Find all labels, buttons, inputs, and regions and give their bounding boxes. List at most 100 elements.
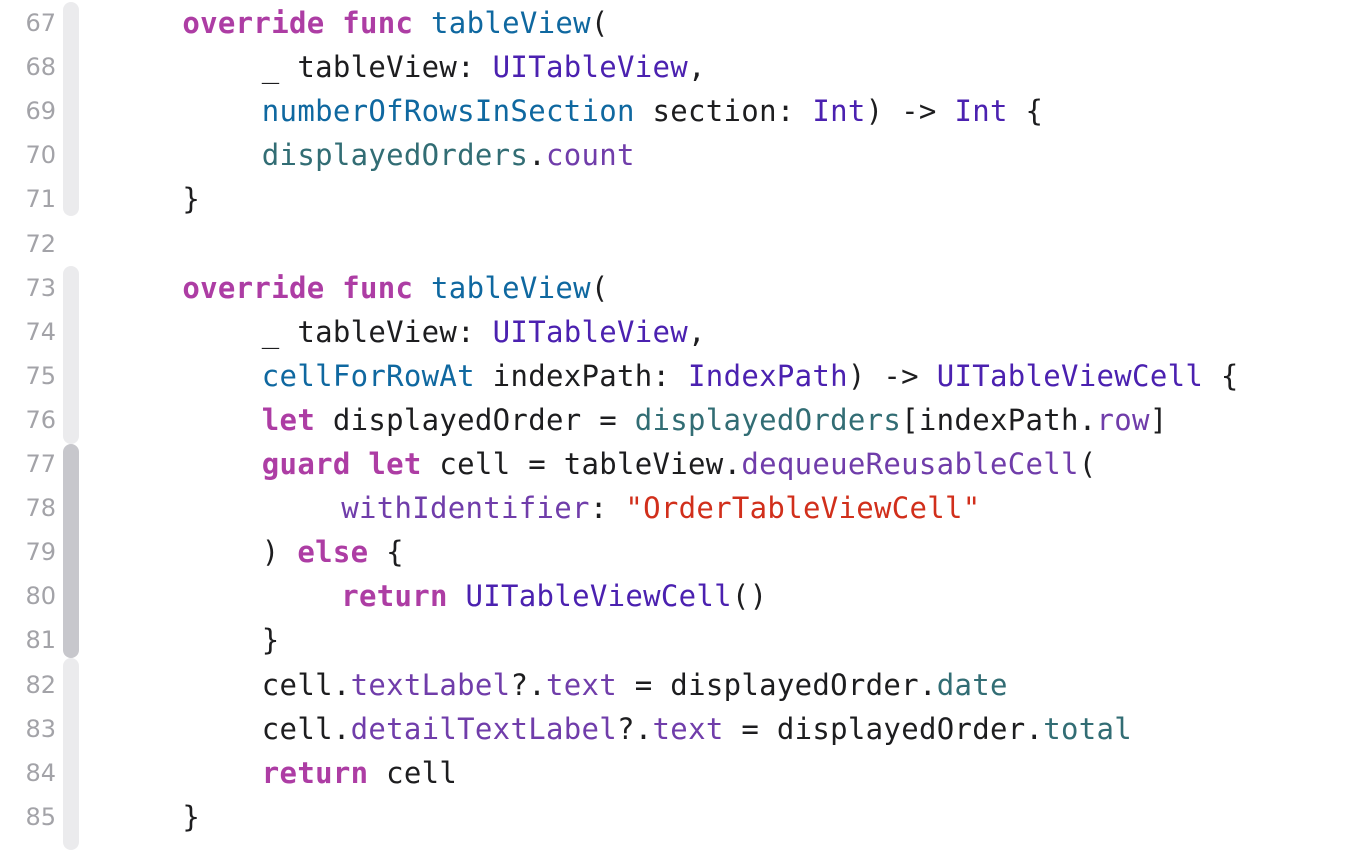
code-token: = displayedOrder. <box>723 711 1044 746</box>
line-number: 79 <box>25 538 56 567</box>
line-number: 67 <box>25 9 56 37</box>
code-token: guard <box>261 447 351 481</box>
line-number: 76 <box>25 405 56 434</box>
code-token: date <box>936 667 1008 702</box>
code-token: detailTextLabel <box>350 711 618 746</box>
code-fold-ribbon-4[interactable] <box>63 658 79 850</box>
code-token: cell. <box>261 667 351 702</box>
code-token: ?. <box>617 711 653 746</box>
code-token: count <box>545 138 635 173</box>
code-token: { <box>1007 94 1044 129</box>
code-token: row <box>1096 402 1150 437</box>
code-token: return <box>261 755 369 790</box>
code-token: ) -> <box>865 94 955 129</box>
code-token: override <box>182 270 325 305</box>
code-line[interactable]: guard let cell = tableView.dequeueReusab… <box>262 442 1097 486</box>
line-number: 84 <box>25 758 56 787</box>
code-line[interactable]: override func tableView( <box>182 1 608 45</box>
code-line[interactable]: return cell <box>262 751 457 795</box>
code-token: { <box>368 535 404 570</box>
code-token: } <box>261 623 280 658</box>
code-line[interactable]: cellForRowAt indexPath: IndexPath) -> UI… <box>262 354 1239 398</box>
line-number: 82 <box>25 670 56 699</box>
code-line[interactable]: } <box>262 618 280 662</box>
line-number: 78 <box>25 494 56 523</box>
code-token: else <box>297 535 369 570</box>
code-fold-ribbon-3[interactable] <box>63 444 79 658</box>
code-token: cellForRowAt <box>261 358 475 393</box>
code-token: , <box>688 50 706 85</box>
code-token: cell. <box>261 711 351 746</box>
code-token: { <box>1203 358 1239 393</box>
code-token: UITableView <box>492 50 689 85</box>
line-number: 71 <box>25 185 56 214</box>
code-fold-ribbon-2[interactable] <box>63 266 79 444</box>
code-token: return <box>341 579 448 614</box>
code-token: dequeueReusableCell <box>741 447 1079 481</box>
code-token: _ tableView: <box>261 314 493 349</box>
code-line[interactable]: numberOfRowsInSection section: Int) -> I… <box>262 89 1043 133</box>
code-line[interactable]: ) else { <box>262 530 404 574</box>
code-line[interactable]: _ tableView: UITableView, <box>262 45 706 89</box>
code-token: numberOfRowsInSection <box>261 94 635 129</box>
code-token: displayedOrders <box>634 402 902 437</box>
code-token: textLabel <box>350 667 511 702</box>
line-number: 72 <box>25 229 56 258</box>
code-token: UITableView <box>492 314 689 349</box>
code-token: IndexPath <box>688 358 848 393</box>
line-number: 85 <box>25 802 56 831</box>
code-token: cell = tableView. <box>421 447 742 481</box>
line-number: 77 <box>25 450 56 478</box>
code-line[interactable]: let displayedOrder = displayedOrders[ind… <box>262 398 1168 442</box>
code-token: total <box>1043 711 1133 746</box>
line-number: 68 <box>25 53 56 82</box>
code-line[interactable]: displayedOrders.count <box>262 133 635 177</box>
code-token: ?. <box>510 667 546 702</box>
code-token: Int <box>954 94 1008 129</box>
code-line[interactable]: withIdentifier: "OrderTableViewCell" <box>341 486 980 530</box>
code-token: } <box>182 182 201 217</box>
code-token: withIdentifier <box>341 491 590 526</box>
line-number: 73 <box>25 273 56 302</box>
line-number: 74 <box>25 317 56 346</box>
code-editor[interactable]: 67 68 69 70 71 72 73 74 75 76 77 78 79 80 81 82 83 84 85 o… <box>0 0 1358 850</box>
code-token: UITableViewCell <box>936 358 1204 393</box>
code-token: text <box>652 711 724 746</box>
code-line[interactable]: } <box>182 177 200 221</box>
line-number: 75 <box>25 361 56 390</box>
code-fold-ribbon-1[interactable] <box>63 2 79 216</box>
code-token: ] <box>1149 402 1168 437</box>
code-token: ( <box>590 270 609 305</box>
code-token: text <box>545 667 618 702</box>
code-line[interactable]: override func tableView( <box>182 266 608 310</box>
code-token: UITableViewCell <box>465 579 732 614</box>
code-token: ) <box>261 535 298 570</box>
code-line[interactable]: cell.textLabel?.text = displayedOrder.da… <box>262 663 1008 707</box>
code-token: ) -> <box>847 358 937 393</box>
code-token: let <box>261 402 316 437</box>
code-token: section: <box>634 94 813 129</box>
code-token: () <box>731 579 768 614</box>
code-token: } <box>182 799 201 834</box>
code-token: , <box>688 314 706 349</box>
code-line[interactable]: } <box>182 795 200 839</box>
code-line[interactable]: cell.detailTextLabel?.text = displayedOr… <box>262 707 1132 751</box>
code-token: indexPath: <box>474 358 689 393</box>
code-token: : <box>589 491 626 526</box>
code-line[interactable]: _ tableView: UITableView, <box>262 310 706 354</box>
code-area[interactable]: override func tableView(_ tableView: UIT… <box>80 0 1358 850</box>
code-token: func <box>342 270 414 305</box>
code-token: tableView <box>431 270 591 305</box>
code-token: Int <box>812 94 866 129</box>
code-token: displayedOrder = <box>315 402 635 437</box>
code-token: override <box>182 6 325 40</box>
code-token: displayedOrders <box>261 138 529 173</box>
code-line[interactable]: return UITableViewCell() <box>341 574 767 618</box>
code-token: = displayedOrder. <box>617 667 937 702</box>
line-number: 69 <box>25 97 56 126</box>
code-token: "OrderTableViewCell" <box>625 491 981 526</box>
